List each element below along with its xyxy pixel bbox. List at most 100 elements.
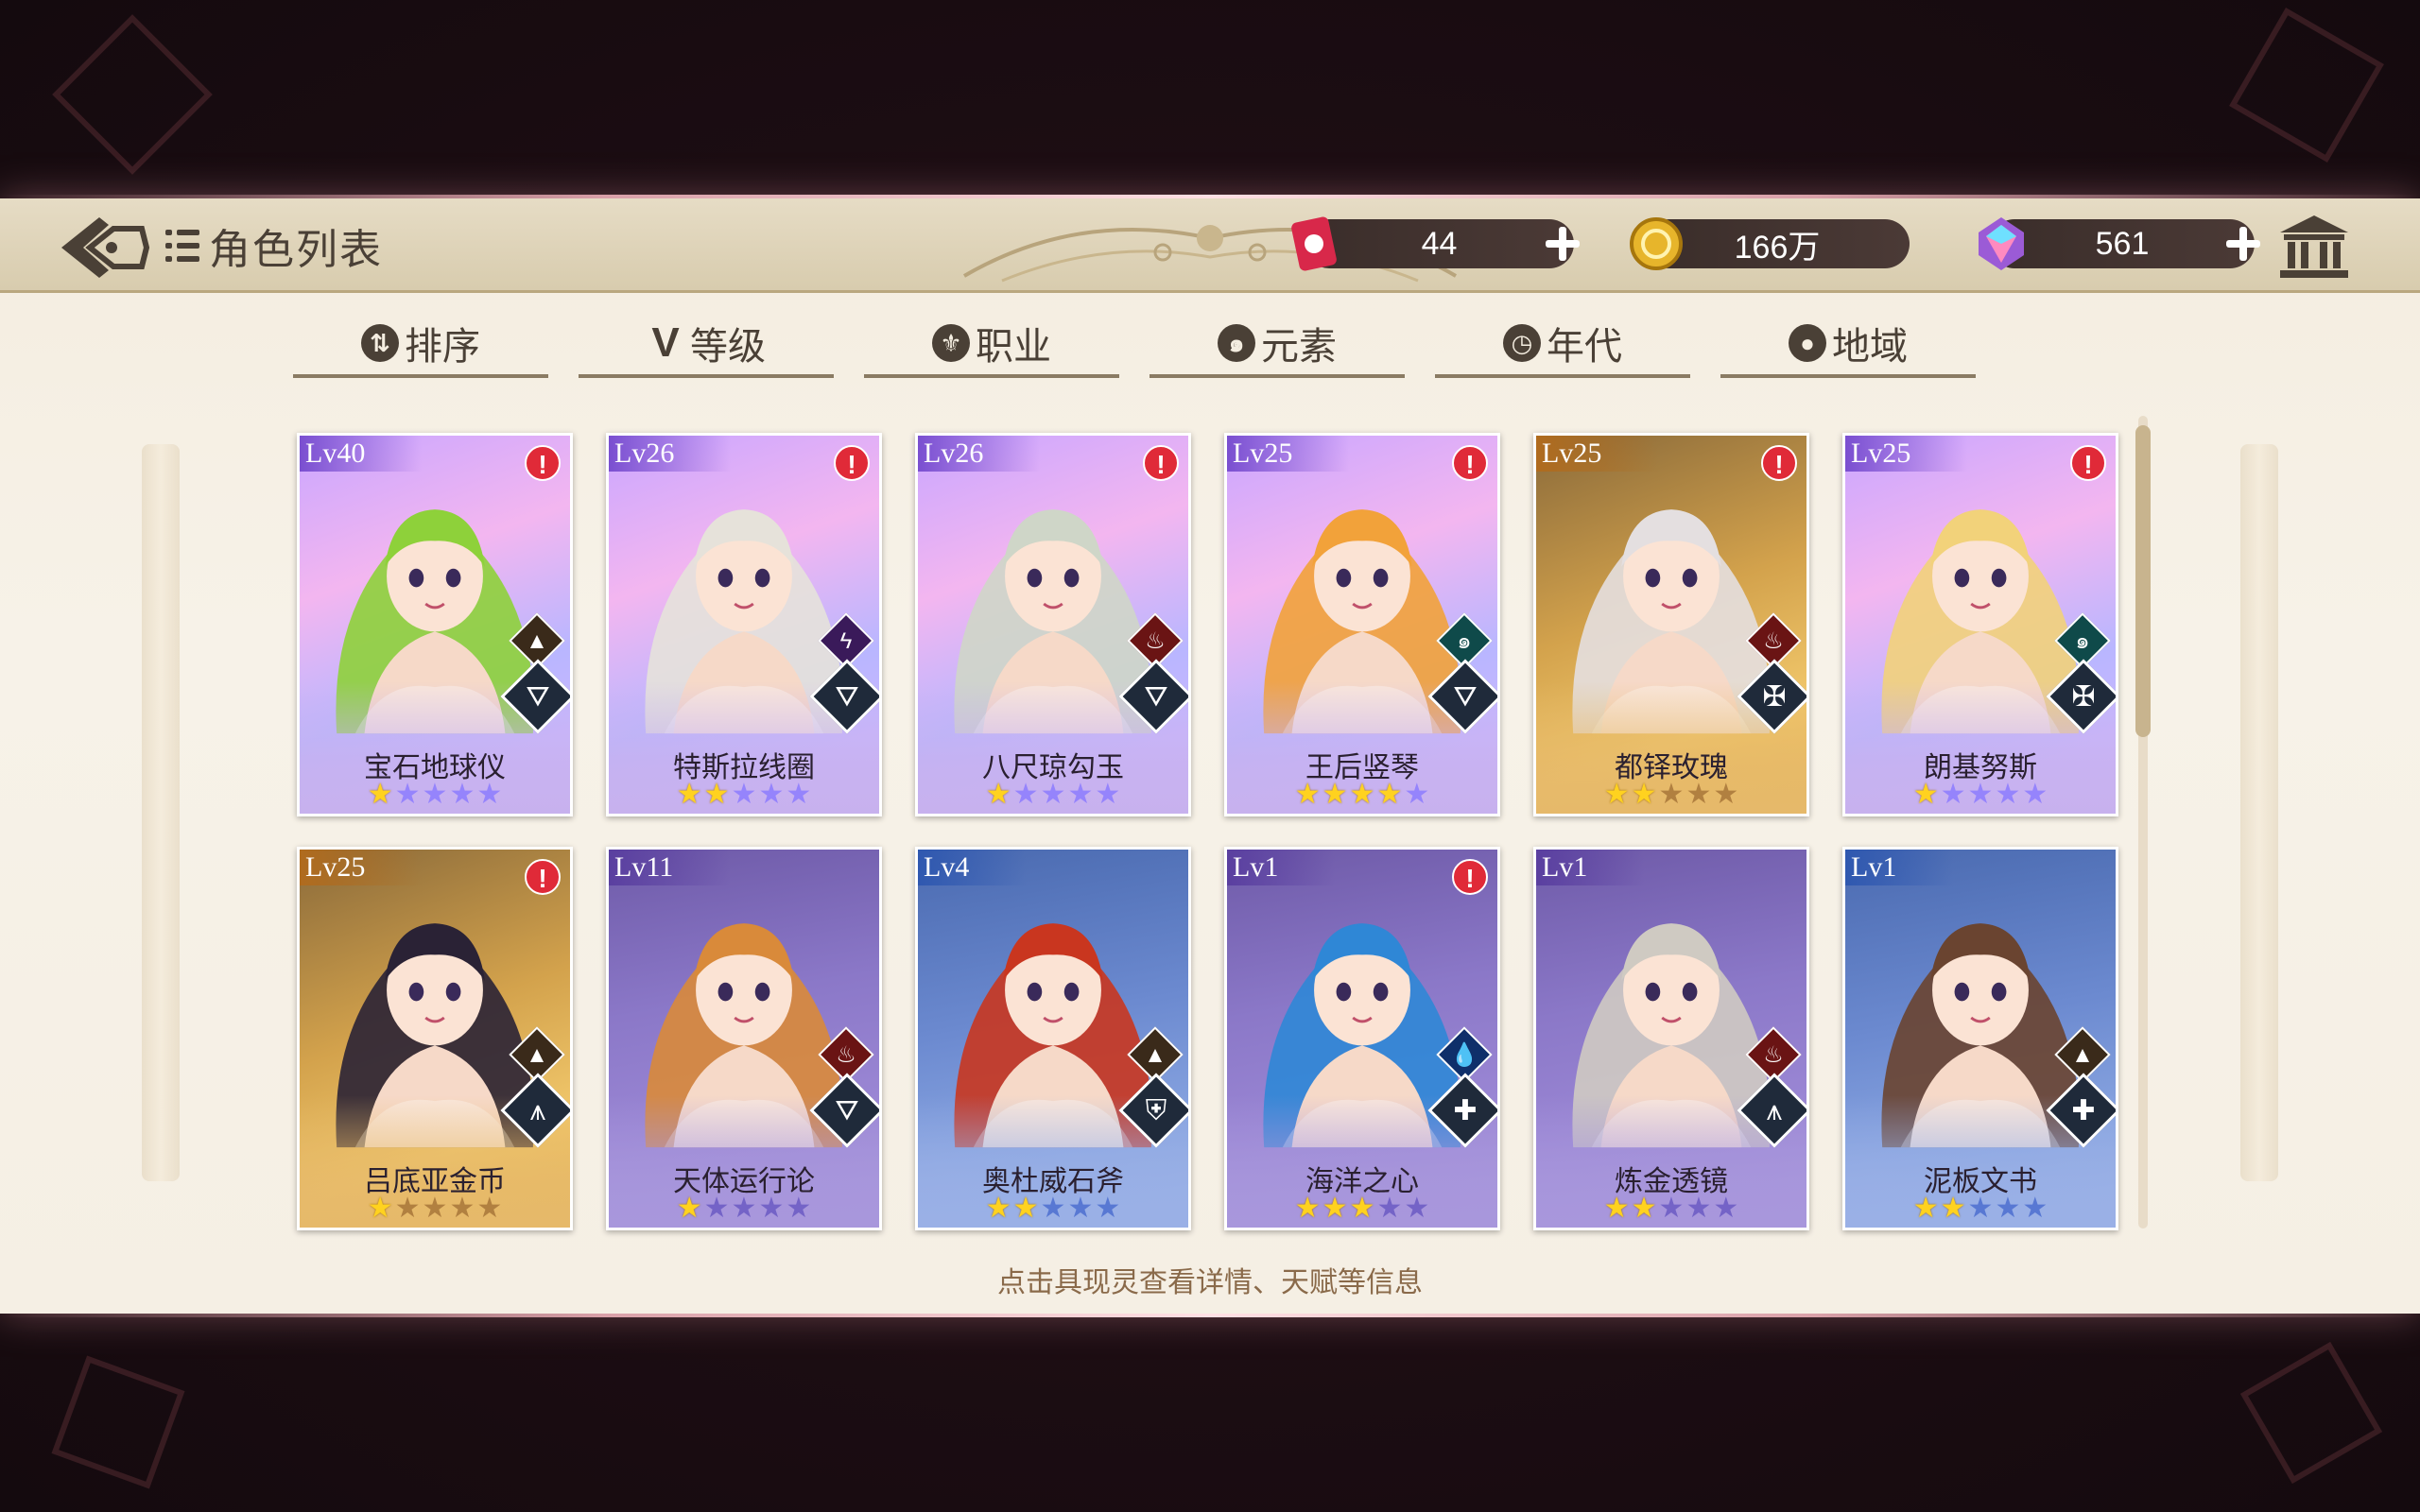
star-filled-icon: ★ xyxy=(676,779,702,810)
alert-icon: ! xyxy=(1452,859,1488,895)
star-empty-icon: ★ xyxy=(1967,1193,1994,1224)
frame-pillar-left xyxy=(142,444,180,1181)
star-empty-icon: ★ xyxy=(1095,1193,1121,1224)
tab-class[interactable]: ⚜ 职业 xyxy=(864,312,1119,378)
star-rating: ★ ★ ★ ★ ★ xyxy=(1227,1192,1497,1225)
star-rating: ★ ★ ★ ★ ★ xyxy=(918,778,1188,811)
star-empty-icon: ★ xyxy=(703,1193,730,1224)
star-rating: ★ ★ ★ ★ ★ xyxy=(1845,778,2116,811)
star-empty-icon: ★ xyxy=(1685,1193,1712,1224)
list-icon xyxy=(165,230,199,262)
level-badge: Lv11 xyxy=(609,850,731,885)
level-badge: Lv25 xyxy=(1845,436,1968,472)
bank-icon[interactable] xyxy=(2278,214,2350,280)
star-empty-icon: ★ xyxy=(2022,779,2048,810)
tab-level[interactable]: V 等级 xyxy=(579,312,834,378)
character-card[interactable]: Lv40! ▲ ⛛ 宝石地球仪 ★ ★ ★ ★ ★ xyxy=(297,433,573,816)
star-empty-icon: ★ xyxy=(394,1193,421,1224)
star-empty-icon: ★ xyxy=(731,779,757,810)
bg-triangle-decoration xyxy=(51,1355,185,1489)
star-rating: ★ ★ ★ ★ ★ xyxy=(1845,1192,2116,1225)
star-filled-icon: ★ xyxy=(1631,1193,1657,1224)
star-empty-icon: ★ xyxy=(1067,1193,1094,1224)
alert-icon: ! xyxy=(525,859,561,895)
star-empty-icon: ★ xyxy=(1967,779,1994,810)
star-rating: ★ ★ ★ ★ ★ xyxy=(1227,778,1497,811)
character-card[interactable]: Lv25! ▲ ⩚ 吕底亚金币 ★ ★ ★ ★ ★ xyxy=(297,847,573,1230)
resource-gold: 166万 xyxy=(1630,217,1910,270)
character-card[interactable]: Lv25! ๑ ⛛ 王后竖琴 ★ ★ ★ ★ ★ xyxy=(1224,433,1500,816)
alert-icon: ! xyxy=(1452,445,1488,481)
back-button[interactable] xyxy=(57,210,151,285)
level-badge: Lv25 xyxy=(300,850,423,885)
tab-label: 元素 xyxy=(1261,326,1337,368)
star-filled-icon: ★ xyxy=(1294,1193,1321,1224)
bg-triangle-decoration xyxy=(52,14,213,175)
scrollbar-thumb[interactable] xyxy=(2135,425,2151,737)
add-gem-button[interactable] xyxy=(2224,225,2262,263)
star-empty-icon: ★ xyxy=(394,779,421,810)
level-badge: Lv26 xyxy=(609,436,732,472)
star-filled-icon: ★ xyxy=(1603,1193,1630,1224)
star-filled-icon: ★ xyxy=(676,1193,702,1224)
star-filled-icon: ★ xyxy=(1012,1193,1039,1224)
page-title-group: 角色列表 xyxy=(165,217,383,274)
element-icon: ๑ xyxy=(1218,324,1255,362)
tab-region[interactable]: ● 地域 xyxy=(1720,312,1976,378)
star-filled-icon: ★ xyxy=(1912,779,1939,810)
gem-value: 561 xyxy=(2095,225,2150,262)
star-empty-icon: ★ xyxy=(758,779,785,810)
character-card[interactable]: Lv25! ♨ ✠ 都铎玫瑰 ★ ★ ★ ★ ★ xyxy=(1533,433,1809,816)
tab-element[interactable]: ๑ 元素 xyxy=(1150,312,1405,378)
class-icon: ⚜ xyxy=(932,324,970,362)
star-filled-icon: ★ xyxy=(1603,779,1630,810)
level-badge: Lv25 xyxy=(1536,436,1659,472)
star-filled-icon: ★ xyxy=(1376,779,1403,810)
star-empty-icon: ★ xyxy=(1940,779,1966,810)
hint-text: 点击具现灵查看详情、天赋等信息 xyxy=(997,1267,1423,1298)
tab-label: 职业 xyxy=(976,326,1051,368)
resource-gem: 561 xyxy=(1979,217,2260,270)
bg-triangle-decoration xyxy=(2239,1341,2383,1485)
filter-tabs: ⇅ 排序 V 等级 ⚜ 职业 ๑ 元素 ◷ 年代 ● 地域 xyxy=(293,312,2108,378)
star-empty-icon: ★ xyxy=(786,1193,812,1224)
character-card[interactable]: Lv25! ๑ ✠ 朗基努斯 ★ ★ ★ ★ ★ xyxy=(1842,433,2118,816)
star-filled-icon: ★ xyxy=(367,1193,393,1224)
alert-icon: ! xyxy=(1761,445,1797,481)
star-empty-icon: ★ xyxy=(1995,1193,2021,1224)
alert-icon: ! xyxy=(834,445,870,481)
tab-label: 排序 xyxy=(405,326,480,368)
page-title: 角色列表 xyxy=(209,227,383,273)
star-empty-icon: ★ xyxy=(476,1193,503,1224)
location-icon: ● xyxy=(1789,324,1826,362)
character-card[interactable]: Lv26! ♨ ⛛ 八尺琼勾玉 ★ ★ ★ ★ ★ xyxy=(915,433,1191,816)
character-card[interactable]: Lv26! ϟ ⛛ 特斯拉线圈 ★ ★ ★ ★ ★ xyxy=(606,433,882,816)
star-rating: ★ ★ ★ ★ ★ xyxy=(609,1192,879,1225)
add-ticket-button[interactable] xyxy=(1544,225,1582,263)
star-rating: ★ ★ ★ ★ ★ xyxy=(300,778,570,811)
alert-icon: ! xyxy=(1143,445,1179,481)
star-empty-icon: ★ xyxy=(2022,1193,2048,1224)
level-badge: Lv1 xyxy=(1536,850,1645,885)
bg-triangle-decoration xyxy=(2229,8,2384,163)
tab-sort[interactable]: ⇅ 排序 xyxy=(293,312,548,378)
character-card[interactable]: Lv1 ♨ ⩚ 炼金透镜 ★ ★ ★ ★ ★ xyxy=(1533,847,1809,1230)
sort-icon: ⇅ xyxy=(361,324,399,362)
character-card[interactable]: Lv1! 💧 ✚ 海洋之心 ★ ★ ★ ★ ★ xyxy=(1224,847,1500,1230)
tab-era[interactable]: ◷ 年代 xyxy=(1435,312,1690,378)
star-filled-icon: ★ xyxy=(985,779,1011,810)
star-empty-icon: ★ xyxy=(1404,1193,1430,1224)
tab-label: 等级 xyxy=(690,326,766,368)
star-empty-icon: ★ xyxy=(1995,779,2021,810)
character-grid: Lv40! ▲ ⛛ 宝石地球仪 ★ ★ ★ ★ ★ Lv26! ϟ ⛛ 特斯拉线圈 ★ ★ ★ ★ ★ Lv26! ♨… xyxy=(297,433,2121,1236)
character-card[interactable]: Lv11 ♨ ⛛ 天体运行论 ★ ★ ★ ★ ★ xyxy=(606,847,882,1230)
star-filled-icon: ★ xyxy=(367,779,393,810)
star-empty-icon: ★ xyxy=(1658,1193,1685,1224)
star-empty-icon: ★ xyxy=(1376,1193,1403,1224)
character-card[interactable]: Lv4 ▲ ⛨ 奥杜威石斧 ★ ★ ★ ★ ★ xyxy=(915,847,1191,1230)
tab-label: 地域 xyxy=(1832,326,1908,368)
character-card[interactable]: Lv1 ▲ ✚ 泥板文书 ★ ★ ★ ★ ★ xyxy=(1842,847,2118,1230)
star-empty-icon: ★ xyxy=(1658,779,1685,810)
star-filled-icon: ★ xyxy=(703,779,730,810)
resource-ticket: 44 xyxy=(1291,216,1580,271)
